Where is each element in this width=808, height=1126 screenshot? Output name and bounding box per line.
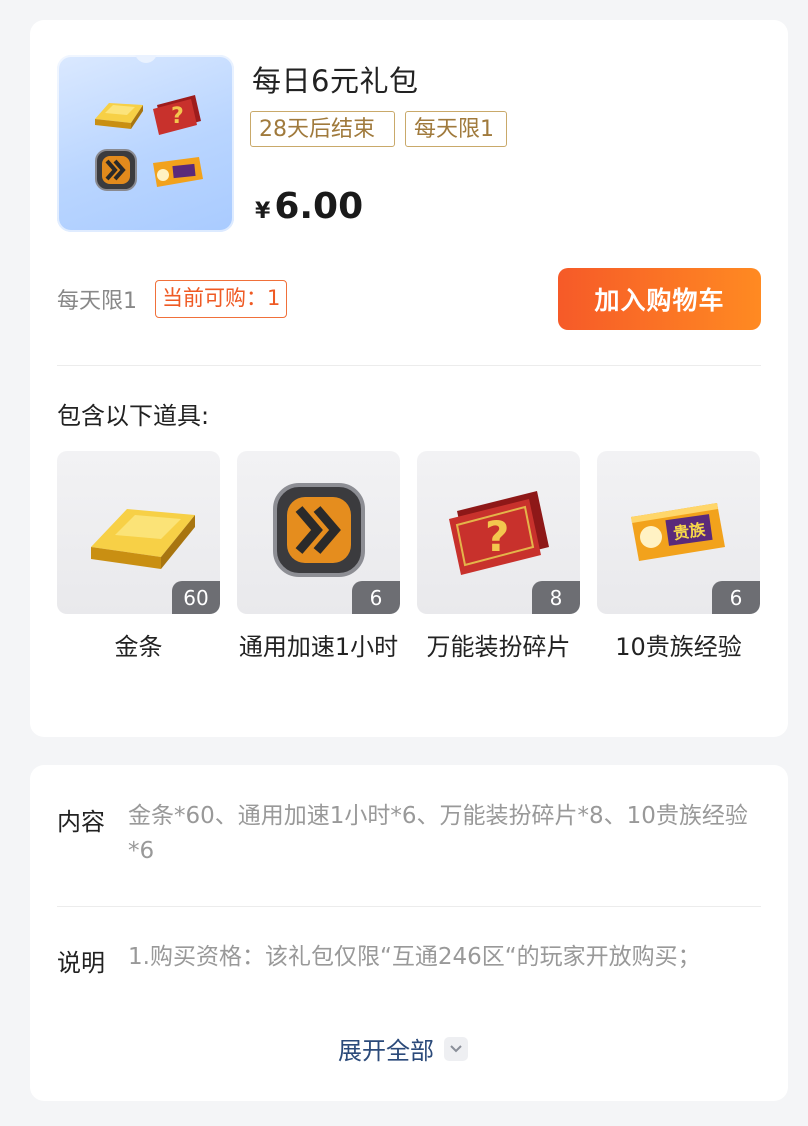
- costume-fragment-icon: ?: [153, 95, 201, 135]
- price: ¥6.00: [255, 186, 363, 227]
- package-title: 每日6元礼包: [252, 64, 419, 98]
- item-name: 万能装扮碎片: [426, 633, 571, 661]
- item-count: 6: [712, 581, 760, 614]
- svg-text:?: ?: [171, 104, 184, 129]
- item-name: 金条: [114, 633, 163, 661]
- content-value: 金条*60、通用加速1小时*6、万能装扮碎片*8、10贵族经验*6: [128, 803, 748, 864]
- package-image: ?: [57, 55, 234, 232]
- noble-exp-card-icon: [153, 157, 203, 187]
- item-tile: 60: [57, 451, 220, 614]
- item-card[interactable]: 6 通用加速1小时: [237, 451, 400, 664]
- divider: [57, 906, 761, 907]
- description-value: 1.购买资格：该礼包仅限“互通246区“的玩家开放购买；: [128, 944, 701, 970]
- details-card: 内容 金条*60、通用加速1小时*6、万能装扮碎片*8、10贵族经验*6 说明 …: [30, 765, 788, 1101]
- item-count: 8: [532, 581, 580, 614]
- divider: [57, 365, 761, 366]
- description-label: 说明: [57, 949, 105, 977]
- purchase-limit-text: 每天限1: [57, 289, 137, 314]
- add-to-cart-button[interactable]: 加入购物车: [558, 268, 761, 330]
- gold-bar-icon: [95, 103, 143, 129]
- item-card[interactable]: ? 8 万能装扮碎片: [417, 451, 580, 664]
- item-card[interactable]: 60 金条: [57, 451, 220, 664]
- currency-symbol: ¥: [255, 199, 271, 224]
- price-amount: 6.00: [274, 186, 364, 227]
- item-tile: ? 8: [417, 451, 580, 614]
- image-notch: [135, 55, 157, 63]
- daily-limit-tag: 每天限1: [405, 111, 507, 147]
- item-tile: 6: [237, 451, 400, 614]
- end-time-tag: 28天后结束: [250, 111, 395, 147]
- package-card: ? 每日6元礼包 28天后结束 每天限1 ¥6.00 每天限1 当前可购：1 加…: [30, 20, 788, 737]
- speedup-icon: [95, 149, 137, 191]
- chevron-down-icon: [444, 1036, 468, 1061]
- can-buy-badge: 当前可购：1: [155, 280, 288, 318]
- item-tile: 贵族 6: [597, 451, 760, 614]
- svg-text:?: ?: [485, 512, 509, 561]
- item-list: 60 金条 6 通用加速1小时 ? 8 万能装扮碎片 贵族 6 10贵族经验: [57, 451, 762, 731]
- expand-all-button[interactable]: 展开全部: [338, 1031, 468, 1066]
- item-count: 6: [352, 581, 400, 614]
- item-card[interactable]: 贵族 6 10贵族经验: [597, 451, 760, 664]
- content-label: 内容: [57, 808, 105, 836]
- expand-all-label: 展开全部: [338, 1037, 434, 1065]
- item-name: 通用加速1小时: [238, 633, 399, 661]
- items-section-title: 包含以下道具:: [57, 402, 210, 430]
- item-name: 10贵族经验: [615, 633, 742, 661]
- item-count: 60: [172, 581, 220, 614]
